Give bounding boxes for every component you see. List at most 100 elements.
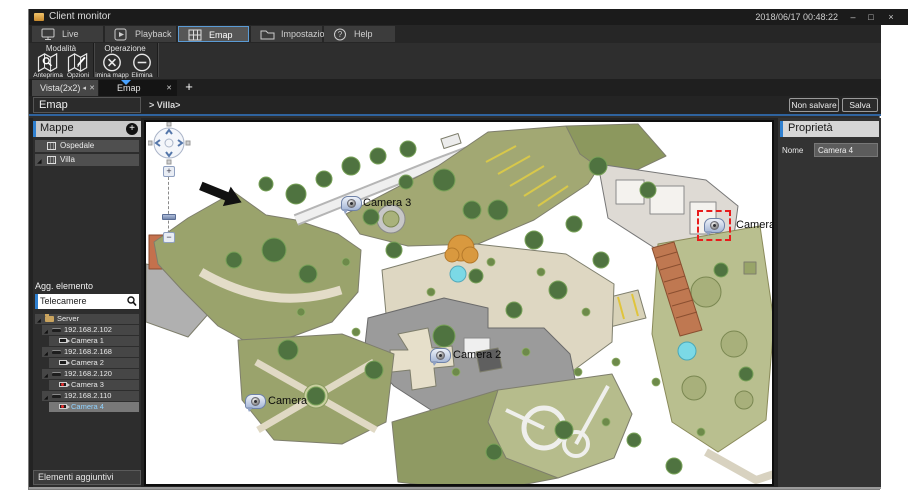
camera-marker-label: Camera 2 — [453, 349, 501, 361]
camera-marker-2[interactable] — [430, 348, 451, 363]
tab-impostazioni[interactable]: Impostazioni — [251, 26, 322, 42]
camera-recording-icon — [59, 404, 67, 409]
svg-text:?: ? — [338, 30, 343, 39]
ribbon-separator — [157, 43, 158, 77]
maps-section-header: Mappe + — [33, 121, 141, 137]
emap-icon — [188, 29, 202, 42]
camera-recording-icon — [59, 382, 67, 387]
tree-row-server[interactable]: ◢ Server — [35, 314, 139, 324]
tree-row-camera1[interactable]: Camera 1 — [49, 336, 139, 346]
tab-help[interactable]: ? Help — [324, 26, 395, 42]
dome-camera-icon — [436, 351, 445, 360]
help-icon: ? — [333, 28, 347, 41]
properties-header: Proprietà — [780, 121, 879, 137]
opzioni-button[interactable]: Opzioni — [63, 53, 92, 78]
server-icon — [45, 316, 54, 322]
tree-row-device[interactable]: ◢ 192.168.2.120 — [42, 369, 139, 379]
discard-button[interactable]: Non salvare — [789, 98, 839, 112]
clock: 2018/06/17 00:48:22 — [755, 12, 838, 22]
add-element-label: Agg. elemento — [35, 281, 93, 291]
titlebar: Client monitor 2018/06/17 00:48:22 – □ × — [29, 9, 908, 25]
expand-icon[interactable]: ◢ — [44, 371, 48, 381]
minimize-button[interactable]: – — [846, 11, 860, 23]
pan-compass[interactable] — [148, 122, 192, 166]
additional-elements-bar[interactable]: Elementi aggiuntivi — [33, 470, 141, 485]
save-button[interactable]: Salva — [842, 98, 878, 112]
add-map-button[interactable]: + — [126, 123, 138, 135]
device-icon — [52, 372, 61, 376]
tree-row-camera4-selected[interactable]: Camera 4 — [49, 402, 139, 412]
zoom-in-button[interactable]: + — [163, 166, 175, 177]
group-modalita-label: Modalità — [31, 44, 91, 53]
settings-folder-icon — [260, 28, 275, 41]
remove-icon — [130, 53, 154, 72]
emap-panel-title: Emap — [33, 97, 141, 113]
tree-row-camera3[interactable]: Camera 3 — [49, 380, 139, 390]
delete-map-icon — [100, 53, 124, 72]
expand-icon[interactable]: ◢ — [44, 327, 48, 337]
tree-row-device[interactable]: ◢ 192.168.2.102 — [42, 325, 139, 335]
app-icon — [34, 13, 44, 21]
name-field[interactable] — [814, 143, 878, 157]
elimina-mappa-button[interactable]: imina mapp — [97, 53, 126, 78]
close-subtab-icon[interactable]: ✕ — [89, 84, 95, 92]
tree-row-device[interactable]: ◢ 192.168.2.168 — [42, 347, 139, 357]
expand-icon[interactable]: ◢ — [37, 316, 41, 326]
camera-marker-label: Camera 3 — [363, 197, 411, 209]
camera-marker-4-selected[interactable] — [704, 218, 725, 233]
subtab-emap[interactable]: Emap ✕ — [99, 80, 177, 96]
device-icon — [52, 350, 61, 354]
subtab-vista[interactable]: Vista(2x2) ◂ ✕ — [32, 80, 98, 96]
breadcrumb[interactable]: > Villa> — [149, 100, 180, 110]
map-thumb-icon — [47, 142, 56, 150]
map-thumb-icon — [47, 156, 56, 164]
playback-icon — [114, 28, 128, 41]
expand-icon[interactable]: ◢ — [37, 156, 42, 168]
dome-camera-icon — [347, 199, 356, 208]
window-title: Client monitor — [49, 11, 111, 22]
close-button[interactable]: × — [884, 11, 898, 23]
emap-header: Emap > Villa> Non salvare Salva — [29, 96, 881, 116]
close-subtab-icon[interactable]: ✕ — [166, 84, 172, 92]
tree-row-camera2[interactable]: Camera 2 — [49, 358, 139, 368]
dome-camera-icon — [710, 221, 719, 230]
zoom-handle[interactable] — [162, 214, 176, 220]
expand-icon[interactable]: ◢ — [44, 393, 48, 403]
camera-marker-3[interactable] — [341, 196, 362, 211]
live-monitor-icon — [41, 28, 55, 41]
device-icon — [52, 394, 61, 398]
properties-panel: Proprietà Nome — [778, 118, 881, 488]
search-input[interactable] — [40, 295, 124, 307]
camera-marker-label: Camera — [268, 395, 307, 407]
map-item-ospedale[interactable]: Ospedale — [35, 140, 139, 152]
expand-icon[interactable]: ◢ — [44, 349, 48, 359]
name-label: Nome — [782, 146, 803, 155]
map-canvas[interactable]: + − Camera 3 Camera 2 Camera Camera 4 — [144, 120, 774, 486]
camera-marker-label: Camera 4 — [736, 219, 774, 231]
camera-icon — [59, 360, 67, 365]
elimina-button[interactable]: Elimina — [127, 53, 156, 78]
new-view-button[interactable]: + — [182, 79, 196, 95]
tab-playback[interactable]: Playback — [105, 26, 176, 42]
maximize-button[interactable]: □ — [864, 11, 878, 23]
content-area: Mappe + Ospedale ◢ Villa Agg. elemento ◢… — [29, 118, 881, 488]
tab-emap[interactable]: Emap — [178, 26, 249, 42]
device-icon — [52, 328, 61, 332]
pin-icon[interactable]: ◂ — [82, 84, 86, 92]
tree-row-device[interactable]: ◢ 192.168.2.110 — [42, 391, 139, 401]
main-tabbar: Live Playback Emap Impostazioni ? Help — [29, 25, 881, 43]
map-item-villa[interactable]: ◢ Villa — [35, 154, 139, 166]
camera-search — [35, 294, 139, 309]
tab-live[interactable]: Live — [32, 26, 103, 42]
dome-camera-icon — [251, 397, 260, 406]
app-window: Client monitor 2018/06/17 00:48:22 – □ ×… — [28, 9, 880, 490]
map-edit-icon — [66, 53, 90, 72]
view-tabbar: Vista(2x2) ◂ ✕ Emap ✕ + — [29, 79, 881, 96]
window-bottom-edge — [29, 487, 881, 489]
camera-marker-unnamed[interactable] — [245, 394, 266, 409]
zoom-out-button[interactable]: − — [163, 232, 175, 243]
group-operazione-label: Operazione — [95, 44, 155, 53]
map-preview-icon — [36, 53, 60, 72]
search-icon[interactable] — [127, 296, 137, 307]
anteprima-button[interactable]: Anteprima — [33, 53, 62, 78]
